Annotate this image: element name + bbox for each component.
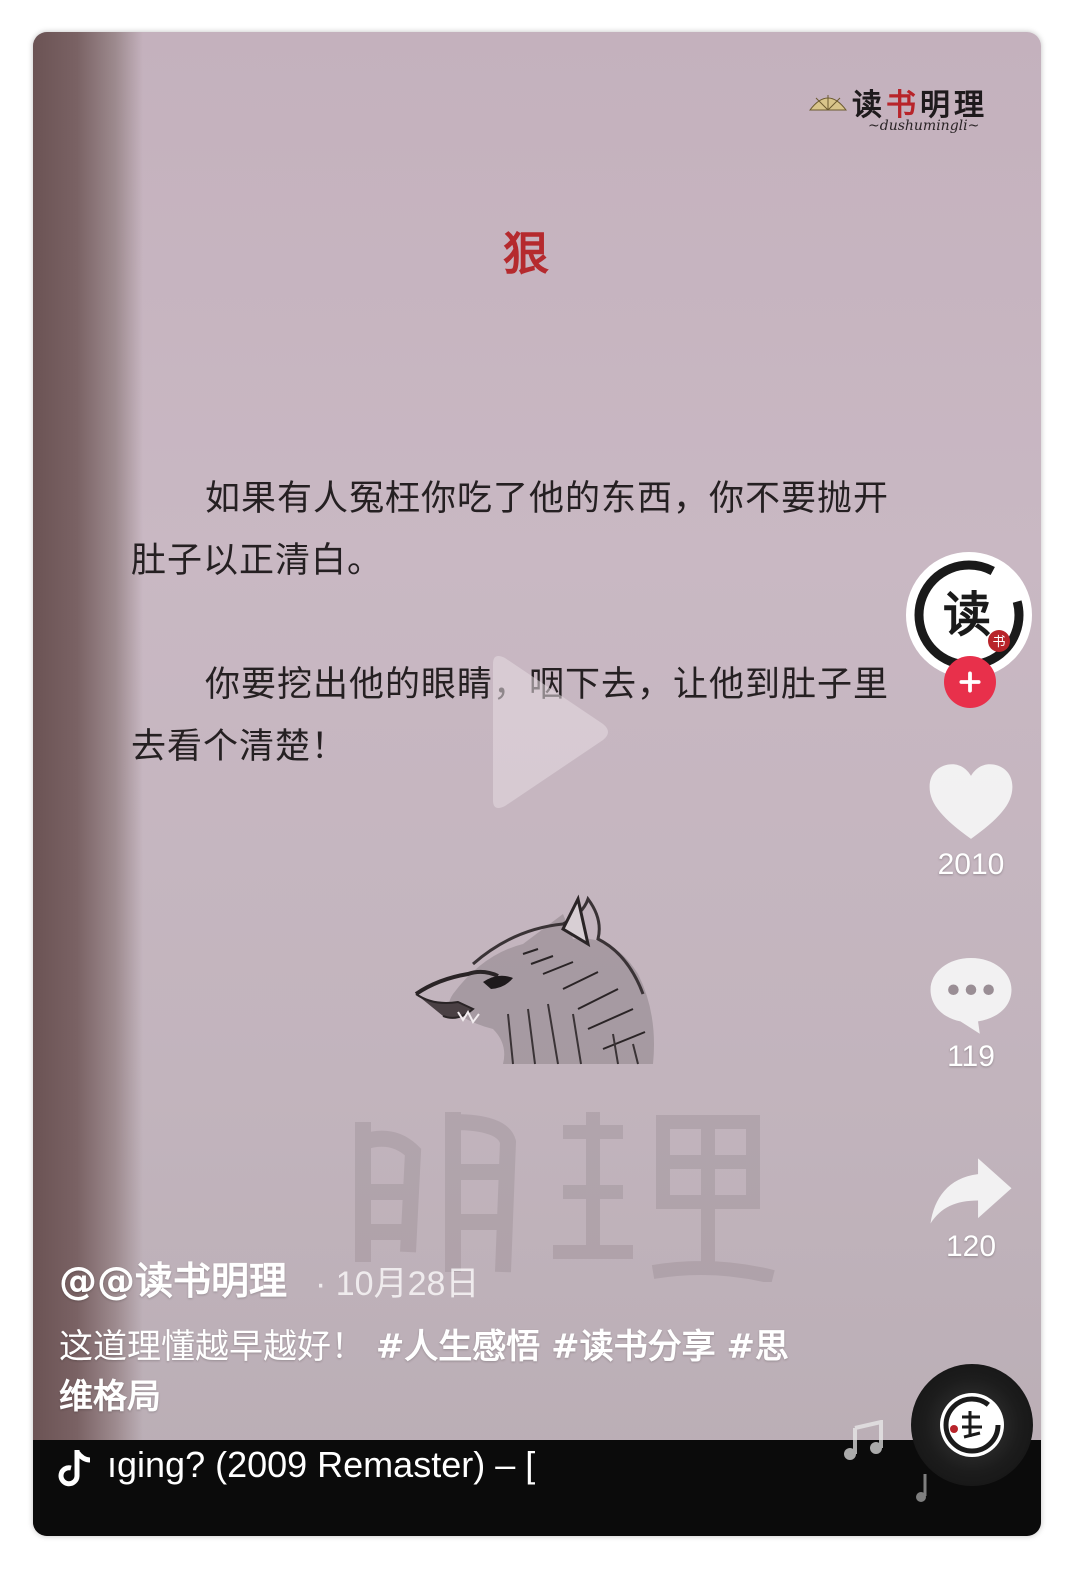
floating-note-small-icon — [916, 1474, 927, 1502]
author-handle[interactable]: @@读书明理 — [59, 1250, 287, 1305]
plus-icon — [959, 671, 981, 693]
disc-icon — [940, 1393, 1004, 1457]
post-date: · 10月28日 — [315, 1265, 480, 1303]
follow-button[interactable] — [944, 656, 996, 708]
floating-note-icon — [844, 1420, 883, 1460]
avatar-seal: 书 — [992, 635, 1005, 650]
music-bar[interactable]: ıging? (2009 Remaster) – [ — [33, 1440, 1041, 1536]
comment-button[interactable]: 119 — [906, 954, 1036, 1074]
post-caption: 这道理懂越早越好！ #人生感悟 #读书分享 #思维格局 — [59, 1322, 799, 1422]
brand-subtitle: ~dushumingli~ — [868, 118, 980, 134]
share-icon — [930, 1158, 1012, 1224]
music-title[interactable]: ıging? (2009 Remaster) – [ — [107, 1444, 535, 1486]
watermark-calligraphy — [355, 1112, 775, 1282]
caption-text: 这道理懂越早越好！ — [59, 1327, 365, 1367]
play-icon[interactable] — [473, 652, 613, 812]
video-frame[interactable]: 读书明理 ~dushumingli~ 狠 如果有人冤枉你吃了他的东西，你不要抛开… — [33, 32, 1041, 1536]
heart-icon — [929, 764, 1013, 839]
music-note-icon — [58, 1450, 91, 1487]
door-edge-shadow — [33, 32, 143, 1536]
author-avatar-group[interactable]: 读 书 — [906, 552, 1034, 732]
comment-count: 119 — [947, 1040, 995, 1073]
avatar-glyph: 读 — [943, 587, 991, 643]
hashtag-1[interactable]: #人生感悟 — [376, 1327, 541, 1367]
comment-icon — [930, 958, 1012, 1034]
wolf-illustration — [414, 894, 654, 1065]
like-count: 2010 — [937, 848, 1005, 881]
brand-logo: 读书明理 ~dushumingli~ — [808, 80, 1008, 140]
share-button[interactable]: 120 — [906, 1154, 1036, 1264]
music-disc[interactable] — [911, 1364, 1033, 1486]
like-button[interactable]: 2010 — [906, 760, 1036, 882]
share-count: 120 — [945, 1230, 997, 1263]
post-title: 狠 — [503, 227, 549, 281]
fan-icon — [808, 95, 848, 111]
hashtag-2[interactable]: #读书分享 — [551, 1327, 716, 1367]
post-paragraph-1: 如果有人冤枉你吃了他的东西，你不要抛开肚子以正清白。 — [131, 479, 890, 581]
